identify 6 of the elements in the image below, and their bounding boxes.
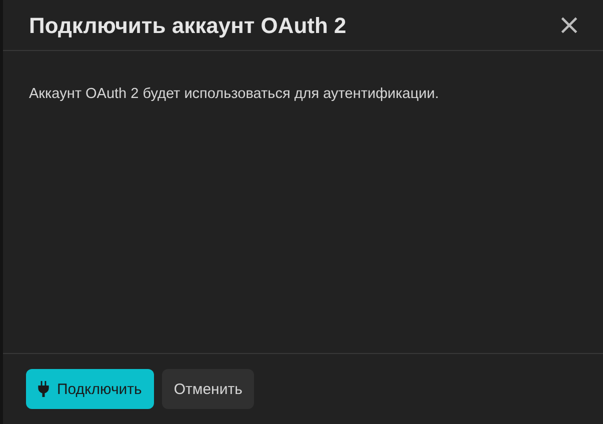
- dialog-title: Подключить аккаунт OAuth 2: [29, 13, 346, 39]
- plug-icon: [38, 381, 49, 397]
- connect-button[interactable]: Подключить: [26, 369, 154, 409]
- message-text: Аккаунт OAuth 2 будет использоваться для аутентификации.: [29, 86, 439, 102]
- cancel-button[interactable]: Отменить: [162, 369, 254, 409]
- close-button[interactable]: ×: [554, 11, 585, 39]
